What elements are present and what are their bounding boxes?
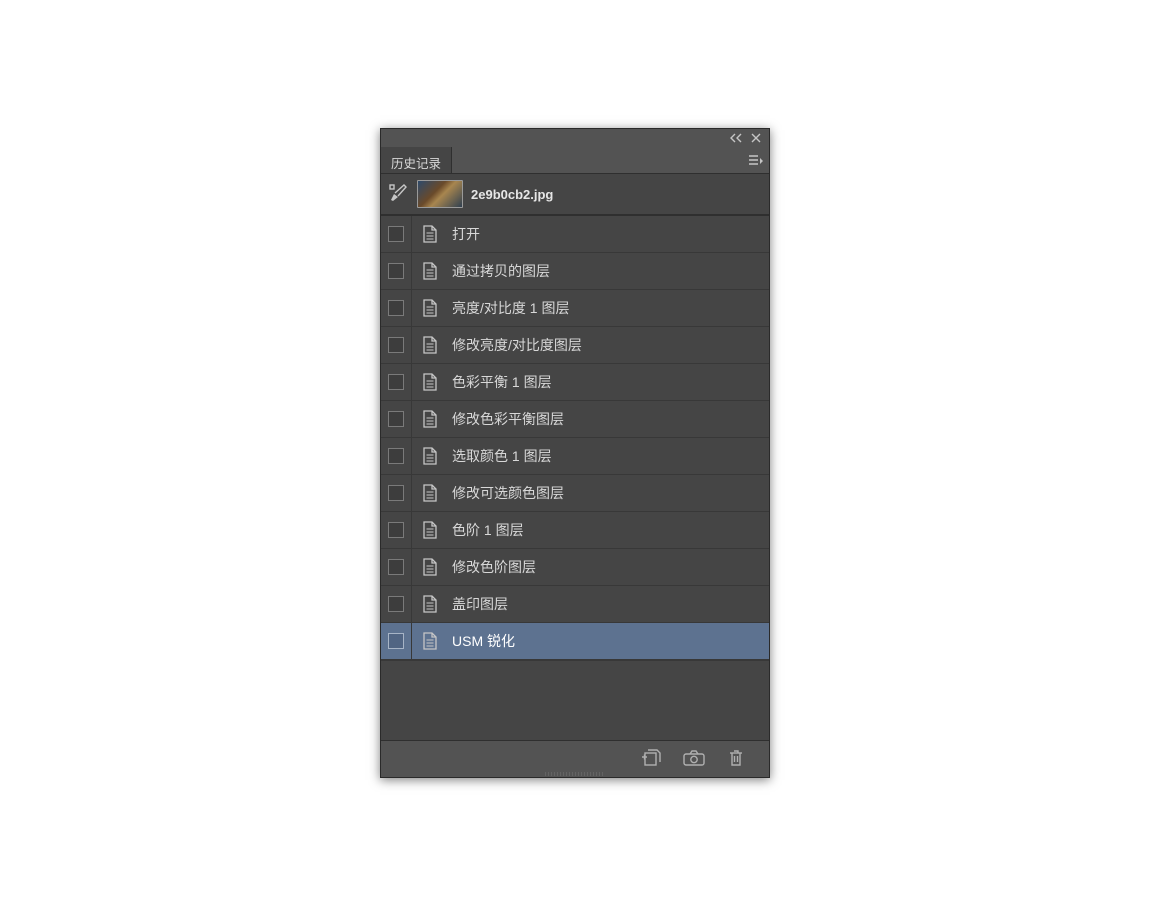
- history-panel: 历史记录 2e9b0cb2.jpg: [380, 128, 770, 778]
- history-row[interactable]: 盖印图层: [381, 586, 769, 623]
- history-row[interactable]: 打开: [381, 216, 769, 253]
- panel-footer: [381, 740, 769, 777]
- history-step-icon: [412, 299, 448, 317]
- history-step-label: 修改色阶图层: [448, 557, 536, 577]
- history-empty-area: [381, 660, 769, 740]
- history-brush-source-toggle[interactable]: [381, 364, 412, 400]
- panel-menu-button[interactable]: [743, 147, 769, 173]
- history-row[interactable]: 亮度/对比度 1 图层: [381, 290, 769, 327]
- history-row[interactable]: 选取颜色 1 图层: [381, 438, 769, 475]
- history-step-icon: [412, 632, 448, 650]
- history-row[interactable]: USM 锐化: [381, 623, 769, 660]
- history-brush-source-toggle[interactable]: [381, 623, 412, 659]
- history-brush-source-toggle[interactable]: [381, 438, 412, 474]
- resize-grip[interactable]: [545, 772, 605, 776]
- history-step-label: 修改色彩平衡图层: [448, 409, 564, 429]
- history-row[interactable]: 色彩平衡 1 图层: [381, 364, 769, 401]
- history-step-label: 通过拷贝的图层: [448, 261, 550, 281]
- history-step-icon: [412, 410, 448, 428]
- history-step-icon: [412, 521, 448, 539]
- history-step-label: 色阶 1 图层: [448, 520, 524, 540]
- history-step-icon: [412, 336, 448, 354]
- history-brush-icon: [388, 183, 408, 206]
- snapshot-filename: 2e9b0cb2.jpg: [471, 187, 553, 202]
- close-icon[interactable]: [751, 133, 761, 143]
- collapse-icon[interactable]: [729, 133, 743, 143]
- history-step-label: 修改可选颜色图层: [448, 483, 564, 503]
- history-step-icon: [412, 484, 448, 502]
- history-brush-source-toggle[interactable]: [381, 253, 412, 289]
- tab-label: 历史记录: [391, 153, 441, 172]
- history-snapshot-row[interactable]: 2e9b0cb2.jpg: [381, 174, 769, 215]
- history-step-icon: [412, 225, 448, 243]
- history-step-label: 色彩平衡 1 图层: [448, 372, 552, 392]
- history-row[interactable]: 修改可选颜色图层: [381, 475, 769, 512]
- history-step-icon: [412, 262, 448, 280]
- history-brush-source-toggle[interactable]: [381, 475, 412, 511]
- history-brush-source-toggle[interactable]: [381, 549, 412, 585]
- panel-tabrow: 历史记录: [381, 147, 769, 174]
- new-document-from-state-icon[interactable]: [641, 749, 661, 770]
- create-snapshot-icon[interactable]: [683, 750, 705, 769]
- history-brush-source-toggle[interactable]: [381, 401, 412, 437]
- history-row[interactable]: 修改色阶图层: [381, 549, 769, 586]
- history-step-label: 盖印图层: [448, 594, 508, 614]
- history-step-label: 亮度/对比度 1 图层: [448, 298, 569, 318]
- history-row[interactable]: 色阶 1 图层: [381, 512, 769, 549]
- history-list: 打开 通过拷贝的图层 亮度/对比度 1 图层 修改亮度/对比度图层: [381, 215, 769, 660]
- delete-state-icon[interactable]: [727, 749, 745, 770]
- history-brush-source-toggle[interactable]: [381, 586, 412, 622]
- history-row[interactable]: 修改色彩平衡图层: [381, 401, 769, 438]
- history-brush-source-toggle[interactable]: [381, 290, 412, 326]
- snapshot-thumbnail: [417, 180, 463, 208]
- panel-topbar: [381, 129, 769, 147]
- history-step-icon: [412, 558, 448, 576]
- tab-history[interactable]: 历史记录: [381, 147, 452, 173]
- history-step-icon: [412, 595, 448, 613]
- history-step-label: 选取颜色 1 图层: [448, 446, 552, 466]
- history-brush-source-toggle[interactable]: [381, 512, 412, 548]
- history-row[interactable]: 修改亮度/对比度图层: [381, 327, 769, 364]
- history-step-icon: [412, 447, 448, 465]
- history-step-icon: [412, 373, 448, 391]
- history-step-label: USM 锐化: [448, 631, 515, 651]
- history-step-label: 打开: [448, 224, 480, 244]
- history-step-label: 修改亮度/对比度图层: [448, 335, 582, 355]
- history-row[interactable]: 通过拷贝的图层: [381, 253, 769, 290]
- history-brush-source-toggle[interactable]: [381, 327, 412, 363]
- history-brush-source-toggle[interactable]: [381, 216, 412, 252]
